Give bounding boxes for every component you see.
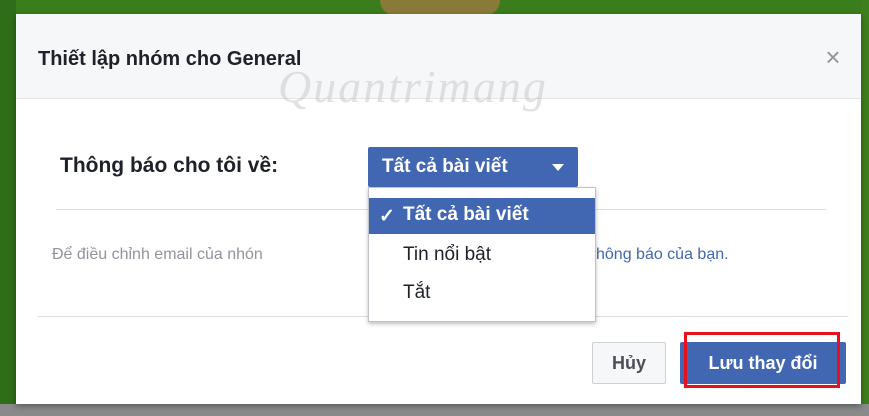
- notification-select-value: Tất cả bài viết: [382, 156, 508, 177]
- caret-down-icon: [552, 164, 564, 171]
- dropdown-item-off[interactable]: Tắt: [369, 276, 595, 312]
- dropdown-item-label: Tin nổi bật: [403, 244, 492, 265]
- notify-label: Thông báo cho tôi về:: [60, 154, 279, 177]
- watermark-logo: Quantrimang: [278, 61, 548, 112]
- dialog-title: Thiết lập nhóm cho General: [38, 48, 302, 70]
- notification-settings-link[interactable]: hông báo của bạn.: [596, 246, 729, 264]
- background-bottom: [0, 404, 869, 416]
- notification-select[interactable]: Tất cả bài viết: [368, 147, 578, 187]
- group-settings-dialog: Thiết lập nhóm cho General × Quantrimang…: [16, 14, 861, 404]
- background-right: [861, 0, 869, 416]
- dropdown-item-label: Tắt: [403, 282, 431, 303]
- notification-dropdown-menu: ✓ Tất cả bài viết Tin nổi bật Tắt: [368, 187, 596, 322]
- save-changes-button[interactable]: Lưu thay đổi: [680, 342, 846, 384]
- background-left: [0, 0, 16, 416]
- check-icon: ✓: [379, 206, 395, 227]
- close-icon[interactable]: ×: [818, 42, 848, 72]
- dropdown-item-label: Tất cả bài viết: [403, 204, 529, 225]
- dropdown-item-highlights[interactable]: Tin nổi bật: [369, 238, 595, 274]
- email-info-text: Để điều chỉnh email của nhón: [52, 246, 263, 263]
- dropdown-item-all-posts[interactable]: ✓ Tất cả bài viết: [369, 198, 595, 234]
- cancel-button[interactable]: Hủy: [592, 342, 666, 384]
